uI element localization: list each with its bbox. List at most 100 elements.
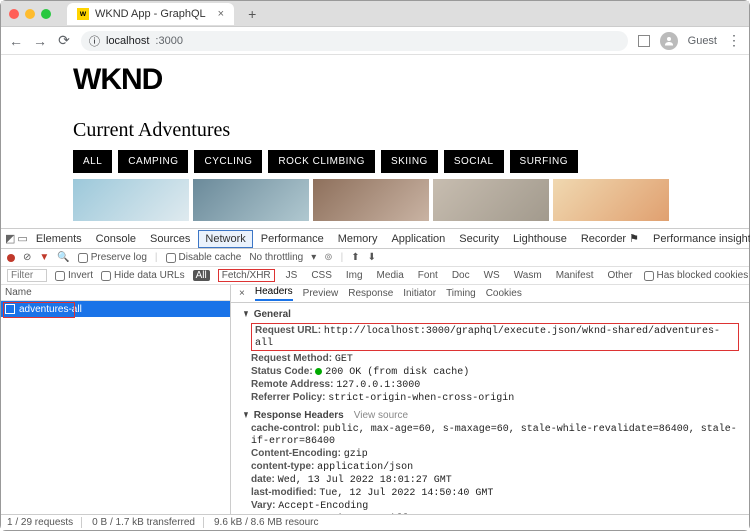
disable-cache-checkbox[interactable]: Disable cache (166, 252, 242, 263)
browser-toolbar: ← → ⟳ ⓘ localhost:3000 Guest ⋮ (1, 27, 749, 55)
devtools-tab[interactable]: Performance insights ⚑ (647, 230, 750, 247)
detail-tabs: × Headers Preview Response Initiator Tim… (231, 285, 749, 303)
inspect-icon[interactable]: ◩ (5, 232, 15, 245)
detail-tab[interactable]: Cookies (486, 288, 522, 299)
device-icon[interactable]: ▭ (17, 232, 27, 245)
filter-chip[interactable]: SKIING (381, 150, 438, 173)
request-detail: × Headers Preview Response Initiator Tim… (231, 285, 749, 514)
detail-body[interactable]: ▼ General Request URL: http://localhost:… (231, 303, 749, 514)
filter-type[interactable]: CSS (308, 270, 335, 281)
filter-chip[interactable]: SOCIAL (444, 150, 504, 173)
traffic-light-zoom[interactable] (41, 9, 51, 19)
filter-type[interactable]: Img (343, 270, 366, 281)
devtools-tab[interactable]: Console (90, 231, 142, 247)
devtools-tabs: ◩ ▭ Elements Console Sources Network Per… (1, 229, 749, 249)
filetype-icon (5, 304, 15, 314)
search-icon[interactable]: 🔍 (57, 252, 69, 263)
request-list: Name adventures-all (1, 285, 231, 514)
section-response-headers[interactable]: ▼ Response HeadersView source (241, 410, 739, 421)
remote-address-row: Remote Address: 127.0.0.1:3000 (251, 379, 739, 391)
devtools-panel: ◩ ▭ Elements Console Sources Network Per… (1, 228, 749, 530)
browser-tab[interactable]: w WKND App - GraphQL × (67, 3, 234, 25)
filter-chip[interactable]: SURFING (510, 150, 579, 173)
kebab-menu-icon[interactable]: ⋮ (727, 32, 741, 49)
filter-chip[interactable]: CAMPING (118, 150, 188, 173)
forward-icon[interactable]: → (33, 33, 47, 49)
profile-avatar-icon[interactable] (660, 32, 678, 50)
filter-type[interactable]: Media (374, 270, 407, 281)
extension-icon[interactable] (638, 35, 650, 47)
invert-checkbox[interactable]: Invert (55, 270, 93, 281)
tab-title: WKND App - GraphQL (95, 8, 206, 20)
devtools-tab[interactable]: Lighthouse (507, 231, 573, 247)
record-icon[interactable] (7, 254, 15, 262)
detail-tab[interactable]: Response (348, 288, 393, 299)
chevron-down-icon[interactable]: ▾ (311, 252, 316, 263)
devtools-tab[interactable]: Recorder ⚑ (575, 230, 645, 247)
clear-icon[interactable]: ⊘ (23, 252, 31, 263)
detail-tab[interactable]: Initiator (403, 288, 436, 299)
adventure-card[interactable] (553, 179, 669, 221)
devtools-tab[interactable]: Elements (30, 231, 88, 247)
page-heading: Current Adventures (73, 119, 749, 142)
close-detail-icon[interactable]: × (239, 288, 245, 299)
request-method-row: Request Method: GET (251, 353, 739, 365)
devtools-tab[interactable]: Performance (255, 231, 330, 247)
filter-chip[interactable]: ROCK CLIMBING (268, 150, 375, 173)
network-filter-row: Invert Hide data URLs All Fetch/XHR JS C… (1, 267, 749, 285)
header-row: Content-Encoding: gzip (251, 448, 739, 460)
devtools-tab[interactable]: Sources (144, 231, 196, 247)
filter-type[interactable]: Manifest (553, 270, 597, 281)
filter-icon[interactable]: ▼ (39, 252, 49, 263)
detail-tab[interactable]: Timing (446, 288, 476, 299)
traffic-light-close[interactable] (9, 9, 19, 19)
devtools-tab[interactable]: Memory (332, 231, 384, 247)
filter-chip[interactable]: ALL (73, 150, 112, 173)
adventure-card[interactable] (313, 179, 429, 221)
header-row: last-modified: Tue, 12 Jul 2022 14:50:40… (251, 487, 739, 499)
address-bar[interactable]: ⓘ localhost:3000 (81, 31, 628, 51)
status-dot-icon (315, 368, 322, 375)
tab-close-icon[interactable]: × (218, 8, 224, 20)
filter-type-fetchxhr[interactable]: Fetch/XHR (218, 269, 275, 282)
back-icon[interactable]: ← (9, 33, 23, 49)
has-blocked-cookies-checkbox[interactable]: Has blocked cookies (644, 270, 749, 281)
guest-label: Guest (688, 35, 717, 47)
detail-tab-headers[interactable]: Headers (255, 286, 293, 301)
throttling-select[interactable]: No throttling (249, 252, 303, 263)
adventure-card[interactable] (193, 179, 309, 221)
status-requests: 1 / 29 requests (7, 517, 82, 528)
new-tab-button[interactable]: + (248, 6, 256, 22)
section-general[interactable]: ▼ General (241, 309, 739, 320)
window-titlebar: w WKND App - GraphQL × + (1, 1, 749, 27)
adventure-card[interactable] (433, 179, 549, 221)
preserve-log-checkbox[interactable]: Preserve log (78, 252, 147, 263)
wifi-icon[interactable]: ⊚ (324, 252, 332, 263)
wknd-logo: WKND (73, 63, 749, 97)
filter-type[interactable]: JS (283, 270, 301, 281)
traffic-light-minimize[interactable] (25, 9, 35, 19)
reload-icon[interactable]: ⟳ (57, 32, 71, 49)
request-row[interactable]: adventures-all (1, 301, 230, 317)
filter-type[interactable]: Doc (449, 270, 473, 281)
request-url-row: Request URL: http://localhost:3000/graph… (251, 323, 739, 351)
upload-icon[interactable]: ⬆ (351, 252, 359, 263)
hide-data-urls-checkbox[interactable]: Hide data URLs (101, 270, 185, 281)
view-source-link[interactable]: View source (354, 410, 408, 421)
filter-type[interactable]: Font (415, 270, 441, 281)
filter-input[interactable] (7, 269, 47, 282)
favicon: w (77, 8, 89, 20)
filter-type[interactable]: WS (481, 270, 503, 281)
adventure-card[interactable] (73, 179, 189, 221)
devtools-tab[interactable]: Security (453, 231, 505, 247)
download-icon[interactable]: ⬇ (368, 252, 376, 263)
request-list-header[interactable]: Name (1, 285, 230, 301)
detail-tab[interactable]: Preview (303, 288, 339, 299)
filter-type[interactable]: Wasm (511, 270, 545, 281)
filter-chip[interactable]: CYCLING (194, 150, 262, 173)
devtools-tab[interactable]: Application (385, 231, 451, 247)
filter-type[interactable]: All (193, 270, 210, 281)
site-info-icon[interactable]: ⓘ (89, 33, 100, 49)
devtools-tab-network[interactable]: Network (198, 230, 252, 248)
filter-type[interactable]: Other (604, 270, 635, 281)
